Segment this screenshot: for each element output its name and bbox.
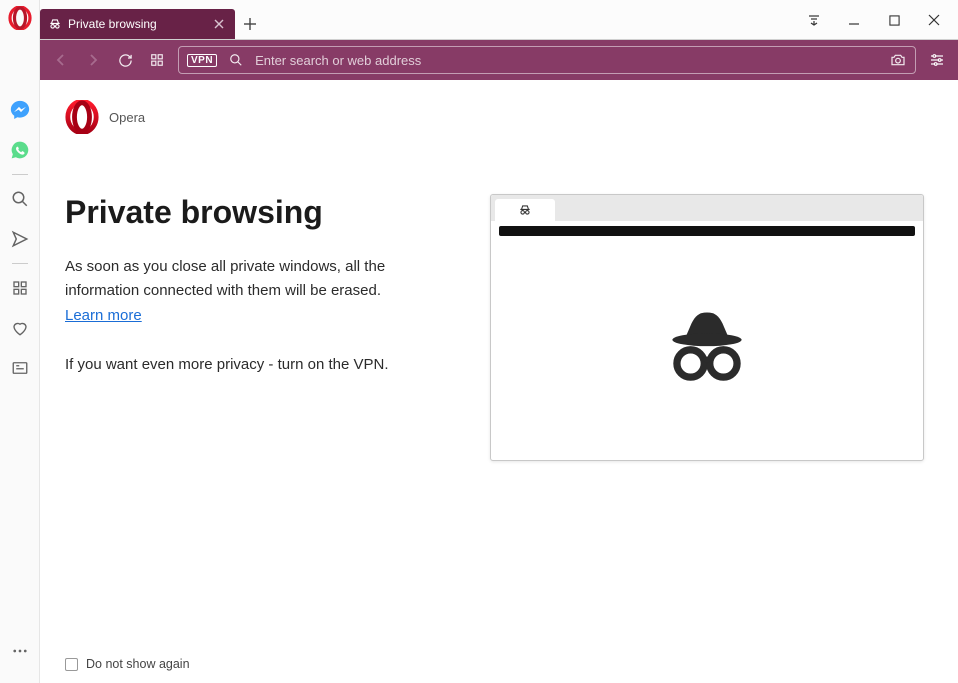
- tab-menu-icon: [807, 13, 821, 27]
- learn-more-link[interactable]: Learn more: [65, 307, 142, 324]
- window-close-button[interactable]: [922, 0, 946, 40]
- nav-back-button[interactable]: [50, 49, 72, 71]
- sidebar-more-button[interactable]: [0, 631, 40, 671]
- dont-show-checkbox[interactable]: [65, 658, 78, 671]
- tab-menu-button[interactable]: [802, 0, 826, 40]
- brand-row: Opera: [65, 100, 933, 134]
- send-icon: [11, 230, 29, 248]
- whatsapp-icon: [10, 140, 30, 160]
- grid-icon: [12, 280, 28, 296]
- page-vpn-hint: If you want even more privacy - turn on …: [65, 353, 460, 377]
- footer: Do not show again: [65, 657, 190, 671]
- sidebar-divider: [12, 263, 28, 264]
- search-icon: [229, 53, 243, 67]
- text-column: Private browsing As soon as you close al…: [65, 194, 460, 377]
- address-input[interactable]: [255, 53, 879, 68]
- maximize-icon: [889, 15, 900, 26]
- brand-name: Opera: [109, 110, 145, 125]
- opera-icon: [8, 6, 32, 30]
- sidebar-item-speeddial[interactable]: [0, 268, 40, 308]
- snapshot-button[interactable]: [889, 52, 907, 68]
- main: Private browsing: [40, 0, 958, 683]
- sidebar: [0, 0, 40, 683]
- sidebar-item-search[interactable]: [0, 179, 40, 219]
- chevron-left-icon: [54, 53, 68, 67]
- easy-setup-button[interactable]: [926, 49, 948, 71]
- speeddial-button[interactable]: [146, 49, 168, 71]
- mini-browser-illustration: [490, 194, 924, 461]
- reload-button[interactable]: [114, 49, 136, 71]
- addressbar: VPN: [40, 40, 958, 80]
- close-icon: [214, 19, 224, 29]
- camera-icon: [890, 52, 906, 68]
- sidebar-divider: [12, 174, 28, 175]
- news-icon: [11, 359, 29, 377]
- heart-icon: [11, 319, 29, 337]
- page-description: As soon as you close all private windows…: [65, 255, 460, 303]
- more-icon: [11, 642, 29, 660]
- incognito-icon: [48, 17, 62, 31]
- opera-menu-button[interactable]: [8, 6, 32, 30]
- search-icon: [11, 190, 29, 208]
- dont-show-label: Do not show again: [86, 657, 190, 671]
- page-content: Opera Private browsing As soon as you cl…: [40, 80, 958, 683]
- address-field-wrap[interactable]: VPN: [178, 46, 916, 74]
- sidebar-item-messenger[interactable]: [0, 90, 40, 130]
- tabbar: Private browsing: [40, 0, 958, 40]
- messenger-icon: [9, 99, 31, 121]
- chevron-right-icon: [86, 53, 100, 67]
- new-tab-button[interactable]: [235, 9, 265, 39]
- search-icon-inline: [227, 53, 245, 67]
- sliders-icon: [929, 52, 945, 68]
- vpn-badge[interactable]: VPN: [187, 54, 217, 67]
- sidebar-item-flow[interactable]: [0, 219, 40, 259]
- opera-logo-icon: [65, 100, 99, 134]
- window-minimize-button[interactable]: [842, 0, 866, 40]
- nav-forward-button[interactable]: [82, 49, 104, 71]
- window-maximize-button[interactable]: [882, 0, 906, 40]
- minimize-icon: [848, 14, 860, 26]
- close-icon: [928, 14, 940, 26]
- window-controls: [802, 0, 958, 40]
- incognito-icon: [518, 203, 532, 217]
- grid-icon: [150, 53, 164, 67]
- tab-label: Private browsing: [68, 17, 205, 31]
- sidebar-item-bookmarks[interactable]: [0, 308, 40, 348]
- incognito-illustration-icon: [661, 307, 753, 389]
- page-title: Private browsing: [65, 194, 460, 231]
- reload-icon: [118, 53, 133, 68]
- illustration: [490, 194, 924, 461]
- sidebar-item-whatsapp[interactable]: [0, 130, 40, 170]
- tab-close-button[interactable]: [211, 16, 227, 32]
- sidebar-item-news[interactable]: [0, 348, 40, 388]
- plus-icon: [244, 18, 256, 30]
- tab-active[interactable]: Private browsing: [40, 9, 235, 39]
